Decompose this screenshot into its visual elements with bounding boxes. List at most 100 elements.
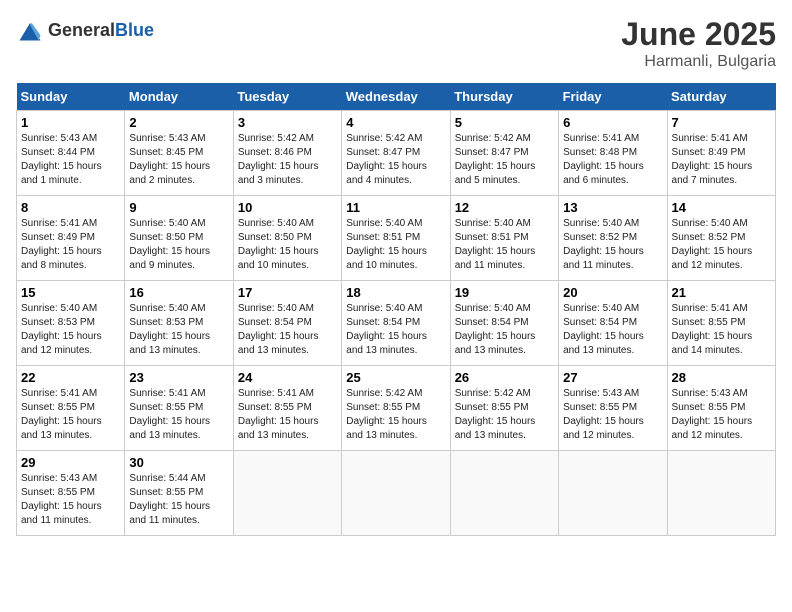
day-number: 29 (21, 455, 120, 470)
calendar-day-cell: 7Sunrise: 5:41 AMSunset: 8:49 PMDaylight… (667, 111, 775, 196)
day-number: 21 (672, 285, 771, 300)
calendar-day-cell: 27 Sunrise: 5:43 AMSunset: 8:55 PMDayligh… (559, 366, 667, 451)
title-area: June 2025 Harmanli, Bulgaria (621, 16, 776, 71)
calendar-day-cell: 21 Sunrise: 5:41 AMSunset: 8:55 PMDayligh… (667, 281, 775, 366)
calendar-day-cell: 2Sunrise: 5:43 AMSunset: 8:45 PMDaylight… (125, 111, 233, 196)
logo-icon (16, 16, 44, 44)
day-info: Sunrise: 5:41 AMSunset: 8:55 PMDaylight:… (129, 387, 228, 443)
calendar-body: 1Sunrise: 5:43 AMSunset: 8:44 PMDaylight… (17, 111, 776, 536)
day-number: 24 (238, 370, 337, 385)
calendar-week-row: 22 Sunrise: 5:41 AMSunset: 8:55 PMDayligh… (17, 366, 776, 451)
logo-text-blue: Blue (115, 20, 154, 40)
day-info: Sunrise: 5:43 AMSunset: 8:44 PMDaylight:… (21, 132, 120, 188)
calendar-day-cell (233, 451, 341, 536)
calendar-day-cell: 10 Sunrise: 5:40 AMSunset: 8:50 PMDayligh… (233, 196, 341, 281)
day-info: Sunrise: 5:40 AMSunset: 8:50 PMDaylight:… (238, 217, 337, 273)
calendar-day-cell: 26 Sunrise: 5:42 AMSunset: 8:55 PMDayligh… (450, 366, 558, 451)
calendar-day-cell: 25 Sunrise: 5:42 AMSunset: 8:55 PMDayligh… (342, 366, 450, 451)
day-number: 4 (346, 115, 445, 130)
day-info: Sunrise: 5:43 AMSunset: 8:45 PMDaylight:… (129, 132, 228, 188)
day-info: Sunrise: 5:41 AMSunset: 8:55 PMDaylight:… (21, 387, 120, 443)
location-title: Harmanli, Bulgaria (621, 53, 776, 71)
day-info: Sunrise: 5:43 AMSunset: 8:55 PMDaylight:… (563, 387, 662, 443)
day-number: 28 (672, 370, 771, 385)
day-number: 13 (563, 200, 662, 215)
day-info: Sunrise: 5:40 AMSunset: 8:51 PMDaylight:… (455, 217, 554, 273)
logo-text-general: General (48, 20, 115, 40)
logo: GeneralBlue (16, 16, 154, 44)
day-number: 3 (238, 115, 337, 130)
calendar-day-cell: 22 Sunrise: 5:41 AMSunset: 8:55 PMDayligh… (17, 366, 125, 451)
calendar-day-cell: 30 Sunrise: 5:44 AMSunset: 8:55 PMDayligh… (125, 451, 233, 536)
day-info: Sunrise: 5:42 AMSunset: 8:47 PMDaylight:… (455, 132, 554, 188)
day-info: Sunrise: 5:41 AMSunset: 8:55 PMDaylight:… (672, 302, 771, 358)
day-number: 25 (346, 370, 445, 385)
day-number: 23 (129, 370, 228, 385)
calendar-day-cell: 20 Sunrise: 5:40 AMSunset: 8:54 PMDayligh… (559, 281, 667, 366)
day-number: 16 (129, 285, 228, 300)
calendar-weekday-header: Sunday (17, 83, 125, 111)
day-number: 10 (238, 200, 337, 215)
calendar-day-cell (559, 451, 667, 536)
day-info: Sunrise: 5:40 AMSunset: 8:54 PMDaylight:… (455, 302, 554, 358)
calendar-table: SundayMondayTuesdayWednesdayThursdayFrid… (16, 83, 776, 536)
page-header: GeneralBlue June 2025 Harmanli, Bulgaria (16, 16, 776, 71)
calendar-day-cell: 17Sunrise: 5:40 AMSunset: 8:54 PMDayligh… (233, 281, 341, 366)
day-info: Sunrise: 5:41 AMSunset: 8:49 PMDaylight:… (21, 217, 120, 273)
calendar-weekday-header: Thursday (450, 83, 558, 111)
calendar-day-cell: 23 Sunrise: 5:41 AMSunset: 8:55 PMDayligh… (125, 366, 233, 451)
day-info: Sunrise: 5:40 AMSunset: 8:52 PMDaylight:… (672, 217, 771, 273)
calendar-day-cell: 3 Sunrise: 5:42 AMSunset: 8:46 PMDaylight… (233, 111, 341, 196)
day-number: 15 (21, 285, 120, 300)
day-info: Sunrise: 5:40 AMSunset: 8:50 PMDaylight:… (129, 217, 228, 273)
day-info: Sunrise: 5:43 AMSunset: 8:55 PMDaylight:… (21, 472, 120, 528)
day-info: Sunrise: 5:42 AMSunset: 8:55 PMDaylight:… (455, 387, 554, 443)
calendar-weekday-header: Saturday (667, 83, 775, 111)
day-number: 8 (21, 200, 120, 215)
calendar-weekday-header: Tuesday (233, 83, 341, 111)
day-number: 17 (238, 285, 337, 300)
day-number: 14 (672, 200, 771, 215)
calendar-day-cell: 9 Sunrise: 5:40 AMSunset: 8:50 PMDaylight… (125, 196, 233, 281)
day-number: 22 (21, 370, 120, 385)
day-number: 30 (129, 455, 228, 470)
day-number: 5 (455, 115, 554, 130)
day-number: 26 (455, 370, 554, 385)
day-number: 27 (563, 370, 662, 385)
calendar-day-cell (667, 451, 775, 536)
day-info: Sunrise: 5:40 AMSunset: 8:52 PMDaylight:… (563, 217, 662, 273)
day-info: Sunrise: 5:44 AMSunset: 8:55 PMDaylight:… (129, 472, 228, 528)
calendar-day-cell: 6 Sunrise: 5:41 AMSunset: 8:48 PMDaylight… (559, 111, 667, 196)
day-info: Sunrise: 5:41 AMSunset: 8:55 PMDaylight:… (238, 387, 337, 443)
day-number: 6 (563, 115, 662, 130)
calendar-day-cell: 8 Sunrise: 5:41 AMSunset: 8:49 PMDaylight… (17, 196, 125, 281)
calendar-day-cell: 11 Sunrise: 5:40 AMSunset: 8:51 PMDayligh… (342, 196, 450, 281)
day-number: 19 (455, 285, 554, 300)
day-info: Sunrise: 5:40 AMSunset: 8:53 PMDaylight:… (129, 302, 228, 358)
day-number: 20 (563, 285, 662, 300)
calendar-weekday-header: Friday (559, 83, 667, 111)
day-info: Sunrise: 5:43 AMSunset: 8:55 PMDaylight:… (672, 387, 771, 443)
calendar-day-cell (342, 451, 450, 536)
day-number: 9 (129, 200, 228, 215)
day-info: Sunrise: 5:42 AMSunset: 8:46 PMDaylight:… (238, 132, 337, 188)
day-info: Sunrise: 5:40 AMSunset: 8:54 PMDaylight:… (563, 302, 662, 358)
day-info: Sunrise: 5:41 AMSunset: 8:48 PMDaylight:… (563, 132, 662, 188)
calendar-weekday-header: Wednesday (342, 83, 450, 111)
day-info: Sunrise: 5:42 AMSunset: 8:47 PMDaylight:… (346, 132, 445, 188)
calendar-day-cell: 1Sunrise: 5:43 AMSunset: 8:44 PMDaylight… (17, 111, 125, 196)
day-number: 11 (346, 200, 445, 215)
calendar-day-cell: 15Sunrise: 5:40 AMSunset: 8:53 PMDayligh… (17, 281, 125, 366)
calendar-day-cell: 4 Sunrise: 5:42 AMSunset: 8:47 PMDaylight… (342, 111, 450, 196)
day-info: Sunrise: 5:42 AMSunset: 8:55 PMDaylight:… (346, 387, 445, 443)
calendar-day-cell: 5 Sunrise: 5:42 AMSunset: 8:47 PMDaylight… (450, 111, 558, 196)
day-number: 18 (346, 285, 445, 300)
day-number: 12 (455, 200, 554, 215)
calendar-week-row: 29 Sunrise: 5:43 AMSunset: 8:55 PMDayligh… (17, 451, 776, 536)
calendar-day-cell: 24 Sunrise: 5:41 AMSunset: 8:55 PMDayligh… (233, 366, 341, 451)
calendar-day-cell: 12 Sunrise: 5:40 AMSunset: 8:51 PMDayligh… (450, 196, 558, 281)
calendar-day-cell: 13 Sunrise: 5:40 AMSunset: 8:52 PMDayligh… (559, 196, 667, 281)
calendar-day-cell: 29 Sunrise: 5:43 AMSunset: 8:55 PMDayligh… (17, 451, 125, 536)
day-info: Sunrise: 5:40 AMSunset: 8:51 PMDaylight:… (346, 217, 445, 273)
calendar-header-row: SundayMondayTuesdayWednesdayThursdayFrid… (17, 83, 776, 111)
